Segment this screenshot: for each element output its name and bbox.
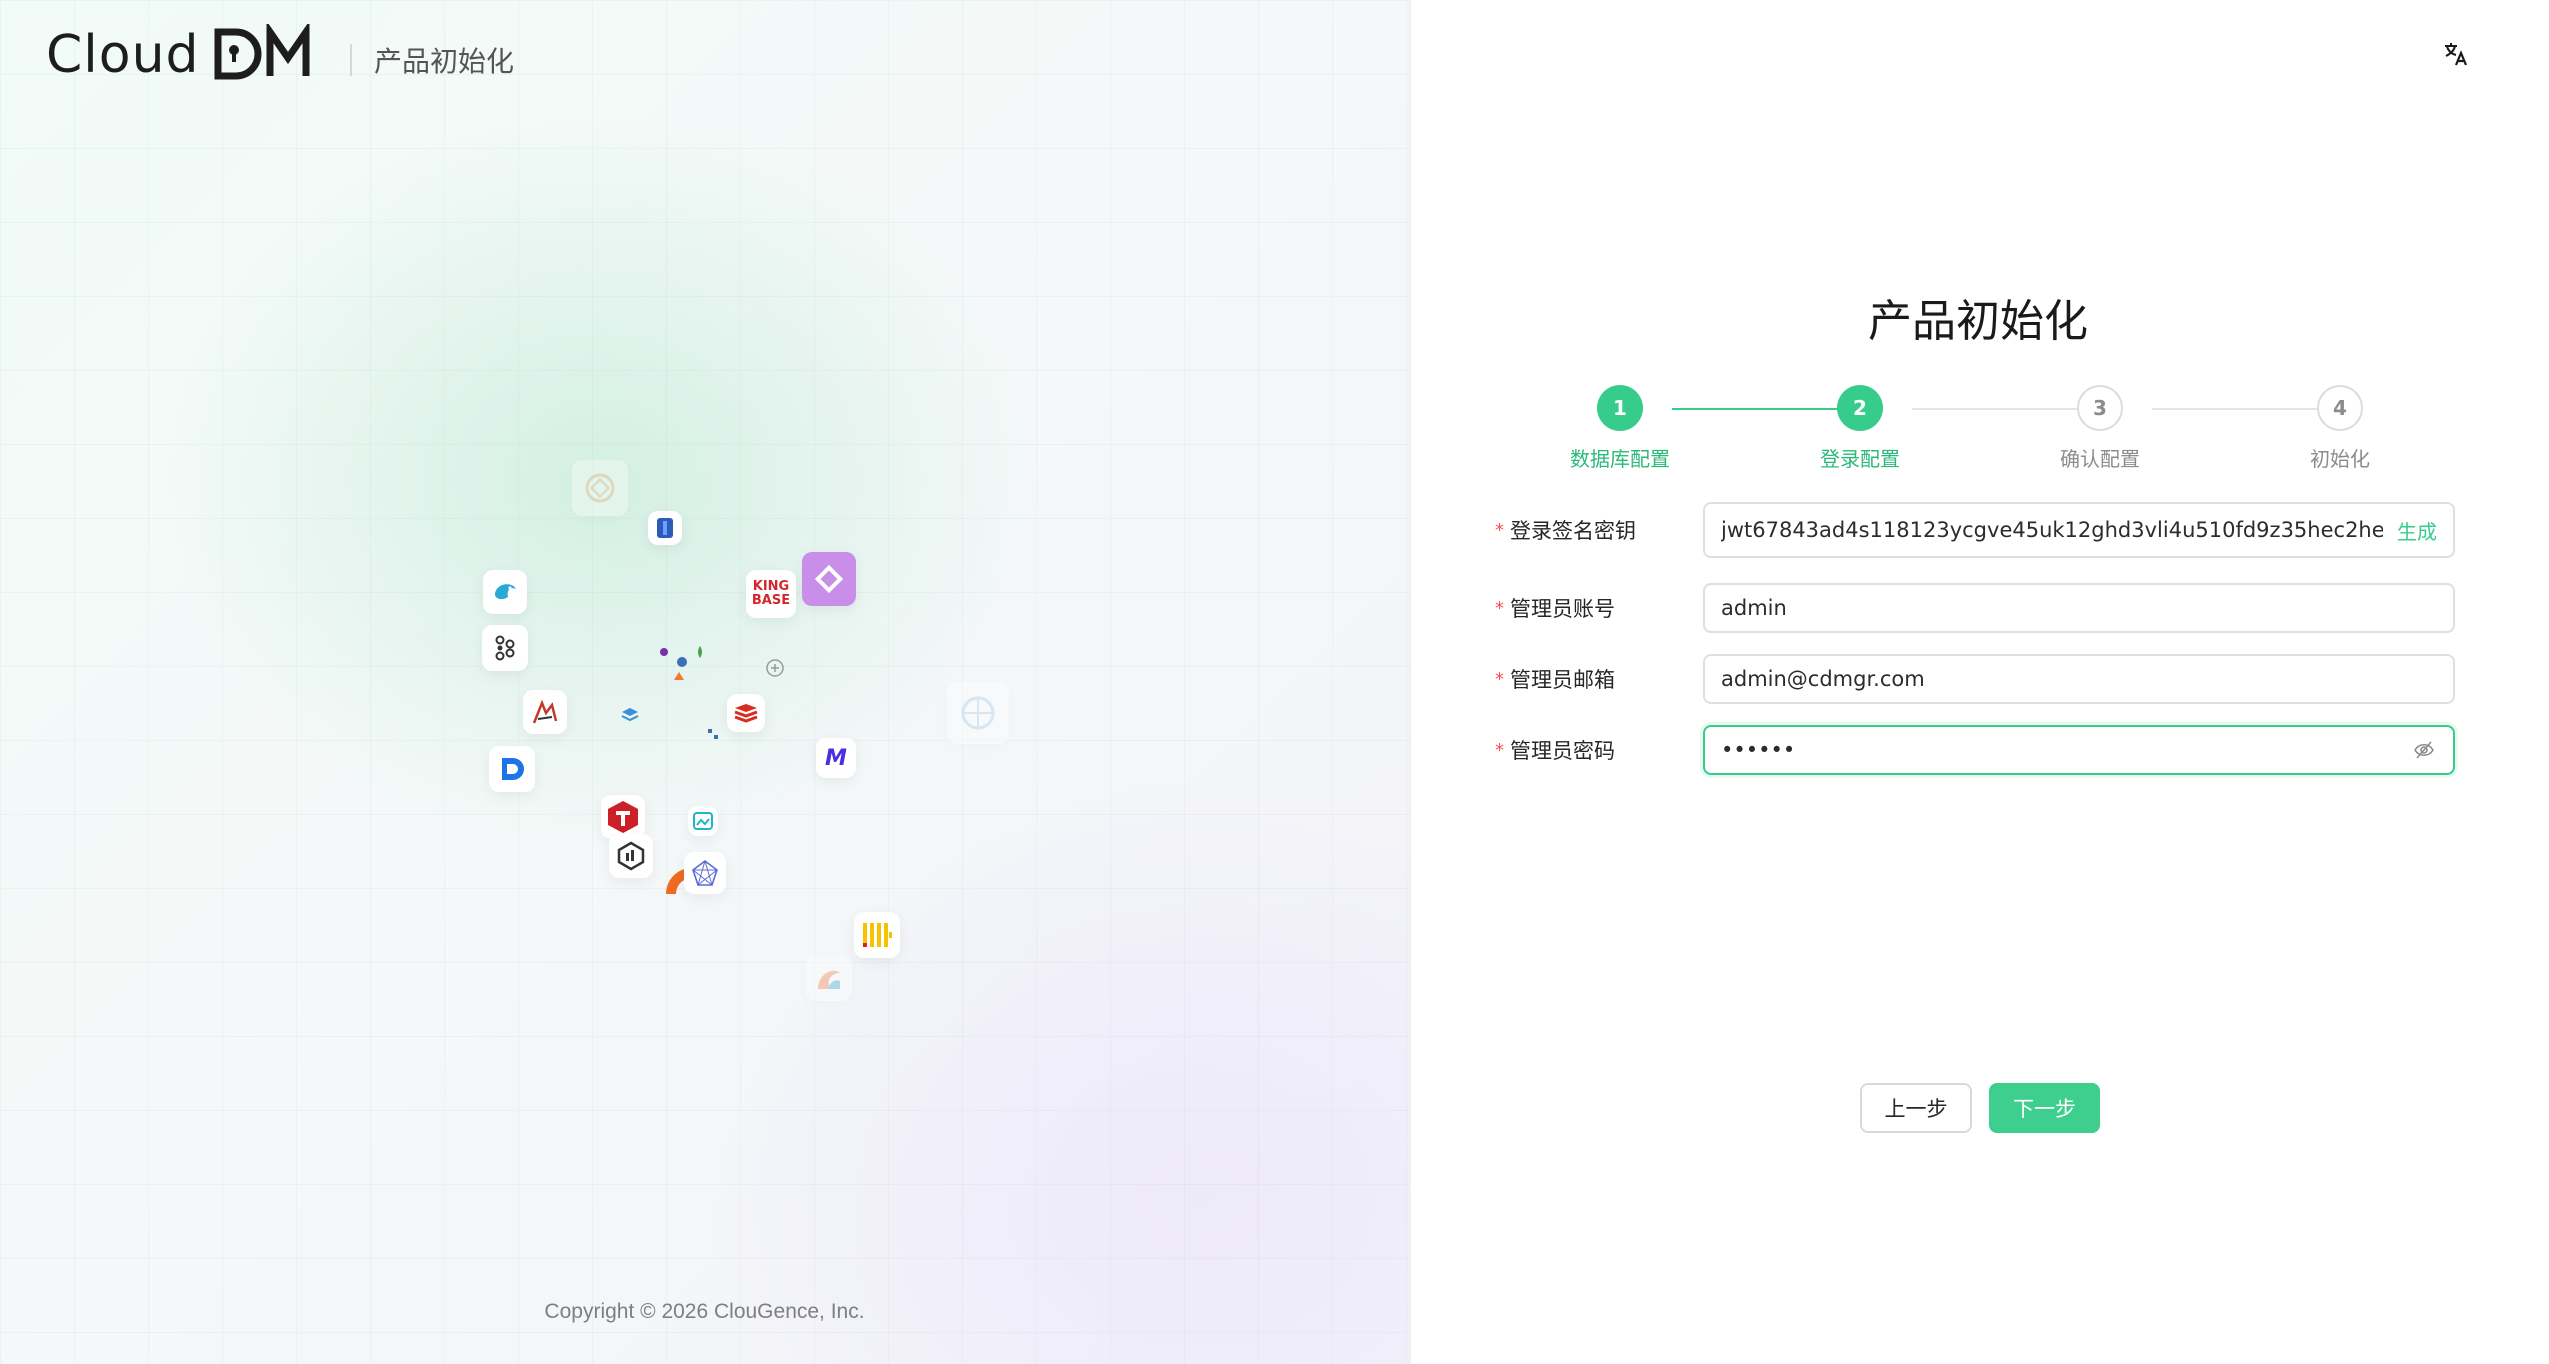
step-login-config[interactable]: 2 登录配置 — [1780, 385, 1940, 472]
dameng-d-icon — [489, 746, 535, 792]
eye-hidden-icon[interactable] — [2411, 737, 2437, 763]
clickhouse-icon — [854, 912, 900, 958]
hero-panel: Cloud 产品初始化 KING BASE M Copyright © 2026… — [0, 0, 1409, 1364]
step-4-label: 初始化 — [2310, 447, 2370, 471]
step-confirm-config[interactable]: 3 确认配置 — [2020, 385, 2180, 472]
required-mark: * — [1495, 739, 1504, 761]
hexagon-chart-icon — [609, 834, 653, 878]
previous-step-button[interactable]: 上一步 — [1860, 1083, 1972, 1133]
brand-header: Cloud 产品初始化 — [46, 20, 515, 96]
admin-account-value: admin — [1721, 596, 1787, 620]
admin-email-row: * 管理员邮箱 admin@cdmgr.com — [1495, 654, 2455, 704]
step-1-number: 1 — [1597, 385, 1643, 431]
small-db-cluster-icon — [652, 640, 712, 700]
faint-swirl-icon — [806, 955, 852, 1001]
cassandra-eye-icon — [523, 690, 567, 734]
mysql-dolphin-icon — [483, 570, 527, 614]
diamond-purple-icon — [802, 552, 856, 606]
required-mark: * — [1495, 519, 1504, 541]
m-logo-icon: M — [816, 738, 856, 778]
rds-db-icon — [648, 511, 682, 545]
admin-account-label: * 管理员账号 — [1495, 597, 1615, 621]
image-frame-icon — [688, 806, 718, 836]
step-2-number: 2 — [1837, 385, 1883, 431]
faint-hexagon-icon — [572, 460, 628, 516]
brand-subtitle: 产品初始化 — [374, 45, 515, 78]
kingbase-line2: BASE — [751, 593, 791, 608]
admin-email-input[interactable]: admin@cdmgr.com — [1703, 654, 2455, 704]
mini-grid-icon — [705, 726, 721, 742]
signing-key-label: * 登录签名密钥 — [1495, 519, 1636, 543]
faint-globe-icon — [947, 682, 1009, 744]
step-database-config[interactable]: 1 数据库配置 — [1540, 385, 1700, 472]
admin-account-row: * 管理员账号 admin — [1495, 583, 2455, 633]
stack-layers-icon — [618, 703, 642, 727]
admin-password-input[interactable]: •••••• — [1703, 725, 2455, 775]
kingbase-line1: KING — [752, 579, 790, 594]
redis-icon — [727, 694, 765, 732]
cloud-dm-logo-mark: Cloud — [46, 20, 310, 85]
step-initialize[interactable]: 4 初始化 — [2260, 385, 2420, 472]
admin-password-value: •••••• — [1721, 738, 1796, 762]
panel-divider — [1409, 0, 1411, 1364]
snowflake-mini-icon — [763, 656, 787, 680]
wizard-steps: 1 数据库配置 2 登录配置 3 确认配置 4 初始化 — [1540, 385, 2420, 475]
admin-account-input[interactable]: admin — [1703, 583, 2455, 633]
signing-key-input[interactable]: jwt67843ad4s118123ycgve45uk12ghd3vli4u51… — [1703, 502, 2455, 558]
graph-network-icon — [684, 852, 726, 894]
admin-password-label: * 管理员密码 — [1495, 739, 1615, 763]
translate-icon — [2445, 43, 2468, 66]
brand-separator — [350, 44, 352, 76]
page-title: 产品初始化 — [1868, 296, 2088, 347]
kafka-icon — [482, 625, 528, 671]
copyright-text: Copyright © 2026 ClouGence, Inc. — [544, 1300, 865, 1323]
admin-password-row: * 管理员密码 •••••• — [1495, 725, 2455, 775]
step-3-number: 3 — [2077, 385, 2123, 431]
signing-key-value: jwt67843ad4s118123ycgve45uk12ghd3vli4u51… — [1721, 518, 2383, 542]
tidb-icon — [601, 795, 645, 839]
svg-text:Cloud: Cloud — [46, 25, 200, 84]
kingbase-logo-icon: KING BASE — [746, 570, 796, 618]
signing-key-row: * 登录签名密钥 jwt67843ad4s118123ycgve45uk12ghd… — [1495, 502, 2455, 558]
step-1-label: 数据库配置 — [1570, 447, 1670, 471]
step-2-label: 登录配置 — [1820, 447, 1900, 471]
required-mark: * — [1495, 668, 1504, 690]
admin-email-value: admin@cdmgr.com — [1721, 667, 1925, 691]
admin-email-label: * 管理员邮箱 — [1495, 668, 1615, 692]
step-3-label: 确认配置 — [2060, 447, 2140, 471]
cloud-dm-logo: Cloud — [46, 20, 326, 96]
required-mark: * — [1495, 597, 1504, 619]
step-4-number: 4 — [2317, 385, 2363, 431]
next-step-button[interactable]: 下一步 — [1989, 1083, 2100, 1133]
language-switch-button[interactable] — [2438, 36, 2474, 72]
generate-key-link[interactable]: 生成 — [2397, 516, 2437, 545]
